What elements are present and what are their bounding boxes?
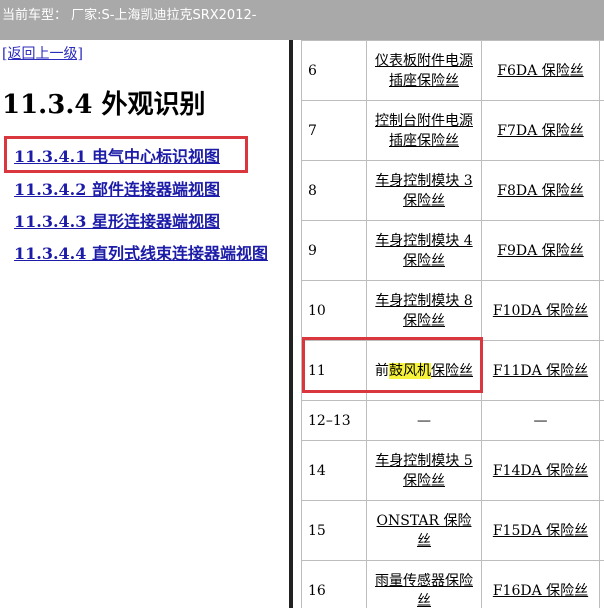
table-cell-extra — [599, 440, 604, 501]
fuse-description-text: 仪表板附件电源插座保险丝 — [375, 52, 473, 89]
table-row: 16 雨量传感器保险丝 F16DA 保险丝 — [301, 560, 604, 608]
fuse-id: F9DA 保险丝 — [481, 220, 600, 281]
fuse-id-text: F10DA 保险丝 — [492, 302, 589, 319]
fuse-id: F14DA 保险丝 — [481, 440, 600, 501]
table-cell-extra — [599, 560, 604, 608]
fuse-id-text: F6DA 保险丝 — [497, 62, 584, 79]
vehicle-header: 当前车型： 厂家:S-上海凯迪拉克SRX2012- — [0, 0, 604, 40]
toc-pane: [返回上一级] 11.3.4 外观识别 11.3.4.1 电气中心标识视图 11… — [0, 40, 290, 608]
fuse-id: F8DA 保险丝 — [481, 160, 600, 221]
fuse-number: 7 — [301, 100, 367, 161]
fuse-id: — — [481, 400, 600, 441]
table-cell-extra — [599, 340, 604, 401]
fuse-id-text: — — [533, 412, 548, 429]
fuse-table: 6 仪表板附件电源插座保险丝 F6DA 保险丝 7 控制台附件电源插座保险丝 F… — [301, 40, 604, 608]
fuse-number: 14 — [301, 440, 367, 501]
fuse-description: 车身控制模块 4 保险丝 — [366, 220, 482, 281]
table-cell-extra — [599, 100, 604, 161]
toc-link-component-connector[interactable]: 11.3.4.2 部件连接器端视图 — [14, 176, 220, 200]
table-row: 9 车身控制模块 4 保险丝 F9DA 保险丝 — [301, 220, 604, 281]
fuse-description-text: ONSTAR 保险丝 — [376, 512, 472, 549]
fuse-description: 仪表板附件电源插座保险丝 — [366, 40, 482, 101]
vehicle-label: 当前车型： 厂家:S-上海凯迪拉克SRX2012- — [2, 8, 257, 23]
fuse-description-text: 雨量传感器保险丝 — [375, 572, 473, 608]
fuse-number: 10 — [301, 280, 367, 341]
row-callout-box — [302, 337, 483, 393]
fuse-id-text: F7DA 保险丝 — [497, 122, 584, 139]
fuse-description: 车身控制模块 3 保险丝 — [366, 160, 482, 221]
table-cell-extra — [599, 220, 604, 281]
toc-link-star-connector[interactable]: 11.3.4.3 星形连接器端视图 — [14, 208, 220, 232]
table-cell-extra — [599, 400, 604, 441]
fuse-description: 车身控制模块 8 保险丝 — [366, 280, 482, 341]
fuse-id-text: F16DA 保险丝 — [492, 582, 589, 599]
table-row: 12–13 — — — [301, 400, 604, 441]
table-row: 14 车身控制模块 5 保险丝 F14DA 保险丝 — [301, 440, 604, 501]
fuse-number: 15 — [301, 500, 367, 561]
fuse-id-text: F9DA 保险丝 — [497, 242, 584, 259]
fuse-description-text: 车身控制模块 5 保险丝 — [375, 452, 473, 489]
fuse-description: ONSTAR 保险丝 — [366, 500, 482, 561]
frame-gap — [293, 40, 301, 608]
fuse-description-text: — — [417, 412, 431, 429]
fuse-id-text: F11DA 保险丝 — [492, 362, 589, 379]
fuse-description: 车身控制模块 5 保险丝 — [366, 440, 482, 501]
fuse-description: 控制台附件电源插座保险丝 — [366, 100, 482, 161]
fuse-id: F11DA 保险丝 — [481, 340, 600, 401]
fuse-number: 16 — [301, 560, 367, 608]
fuse-number: 12–13 — [301, 400, 367, 441]
fuse-description: 雨量传感器保险丝 — [366, 560, 482, 608]
fuse-table-pane: 6 仪表板附件电源插座保险丝 F6DA 保险丝 7 控制台附件电源插座保险丝 F… — [301, 40, 604, 608]
fuse-description-text: 控制台附件电源插座保险丝 — [375, 112, 473, 149]
fuse-description-text: 车身控制模块 3 保险丝 — [375, 172, 473, 209]
fuse-description: — — [366, 400, 482, 441]
toc-callout-box — [4, 136, 248, 173]
page-title: 11.3.4 外观识别 — [2, 90, 206, 120]
fuse-id-text: F8DA 保险丝 — [497, 182, 584, 199]
table-cell-extra — [599, 40, 604, 101]
table-row: 15 ONSTAR 保险丝 F15DA 保险丝 — [301, 500, 604, 561]
back-link[interactable]: [返回上一级] — [2, 43, 83, 63]
fuse-number: 6 — [301, 40, 367, 101]
fuse-id: F15DA 保险丝 — [481, 500, 600, 561]
toc-link-inline-connector[interactable]: 11.3.4.4 直列式线束连接器端视图 — [14, 240, 268, 264]
fuse-id: F10DA 保险丝 — [481, 280, 600, 341]
fuse-id: F7DA 保险丝 — [481, 100, 600, 161]
fuse-id: F16DA 保险丝 — [481, 560, 600, 608]
fuse-number: 8 — [301, 160, 367, 221]
table-cell-extra — [599, 500, 604, 561]
table-row: 6 仪表板附件电源插座保险丝 F6DA 保险丝 — [301, 40, 604, 101]
fuse-id: F6DA 保险丝 — [481, 40, 600, 101]
fuse-number: 9 — [301, 220, 367, 281]
fuse-description-text: 车身控制模块 8 保险丝 — [375, 292, 473, 329]
table-cell-extra — [599, 160, 604, 221]
table-row: 7 控制台附件电源插座保险丝 F7DA 保险丝 — [301, 100, 604, 161]
table-cell-extra — [599, 280, 604, 341]
table-row: 8 车身控制模块 3 保险丝 F8DA 保险丝 — [301, 160, 604, 221]
fuse-id-text: F15DA 保险丝 — [492, 522, 589, 539]
fuse-description-text: 车身控制模块 4 保险丝 — [375, 232, 473, 269]
fuse-id-text: F14DA 保险丝 — [492, 462, 589, 479]
table-row: 10 车身控制模块 8 保险丝 F10DA 保险丝 — [301, 280, 604, 341]
